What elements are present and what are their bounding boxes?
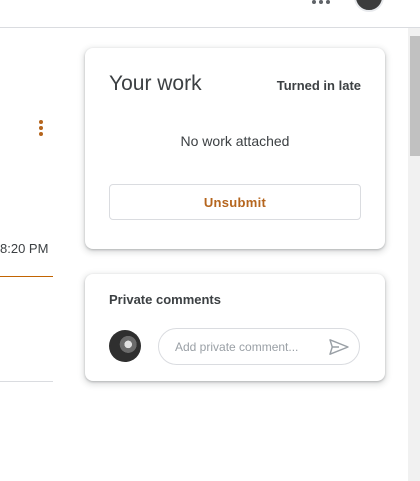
- private-comments-title: Private comments: [109, 292, 221, 307]
- send-icon[interactable]: [328, 338, 350, 356]
- turned-in-status: Turned in late: [276, 78, 361, 93]
- more-vert-icon[interactable]: [37, 118, 45, 138]
- top-bar: [0, 0, 420, 28]
- comment-box: [158, 328, 360, 365]
- due-time: 8:20 PM: [0, 241, 49, 256]
- account-avatar[interactable]: [354, 0, 384, 12]
- no-work-message: No work attached: [180, 133, 290, 149]
- avatar: [109, 330, 141, 362]
- scrollbar-thumb[interactable]: [410, 36, 420, 156]
- unsubmit-button[interactable]: Unsubmit: [109, 184, 361, 220]
- apps-more-icon[interactable]: [312, 0, 332, 6]
- your-work-card: Your work Turned in late No work attache…: [85, 48, 385, 249]
- accent-divider: [0, 276, 53, 277]
- divider: [0, 381, 53, 382]
- your-work-title: Your work: [109, 72, 202, 95]
- private-comment-input[interactable]: [175, 338, 320, 356]
- private-comments-card: Private comments: [85, 274, 385, 381]
